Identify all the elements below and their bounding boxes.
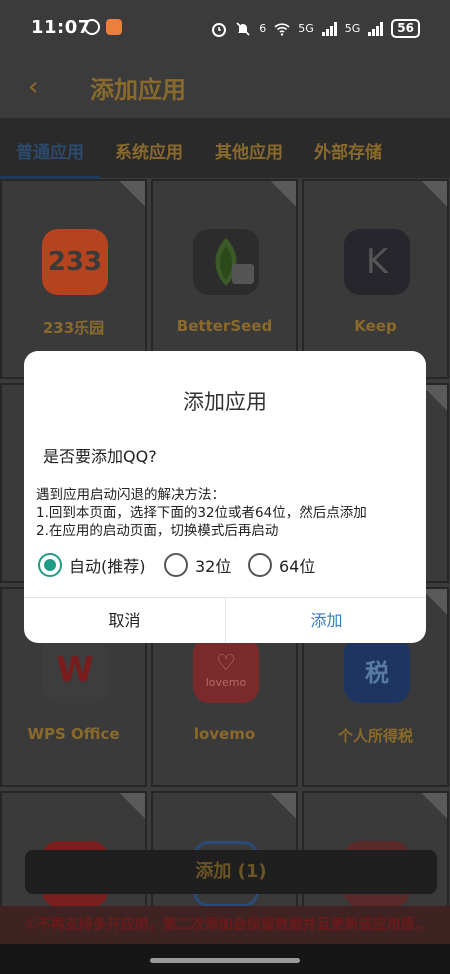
radio-unselected-icon[interactable] [248, 553, 272, 577]
battery-icon: 56 [391, 19, 420, 38]
tab-bar: 普通应用 系统应用 其他应用 外部存储 [0, 118, 450, 178]
keep-icon: K [344, 229, 410, 295]
tip-line: 2.在应用的启动页面，切换模式后再启动 [36, 523, 279, 539]
heart-icon: ♡ [216, 651, 236, 676]
app-name: WPS Office [27, 725, 120, 743]
app-icon-text: K [365, 242, 389, 282]
lovemo-icon: ♡ lovemo [193, 637, 259, 703]
cancel-button[interactable]: 取消 [24, 598, 225, 643]
signal-icon-2 [368, 21, 384, 36]
radio-label: 64位 [279, 557, 316, 576]
tab-other-apps[interactable]: 其他应用 [215, 138, 283, 163]
wifi-icon [274, 22, 290, 36]
tax-icon: 税 [344, 637, 410, 703]
dialog-message: 是否要添加QQ? [43, 447, 157, 466]
navigation-bar [0, 944, 450, 974]
network-type-1: 5G [298, 22, 314, 35]
radio-label: 自动(推荐) [69, 557, 146, 576]
notice-banner: ①不再支持多开应用，第二次添加会保留数据并且更新该应用版.. [0, 906, 450, 944]
radio-option-64bit[interactable]: 64位 [248, 553, 315, 577]
app-name: 个人所得税 [337, 727, 413, 745]
add-app-dialog: 添加应用 是否要添加QQ? 遇到应用启动闪退的解决方法： 1.回到本页面，选择下… [24, 351, 426, 643]
app-notification-icon [106, 19, 122, 35]
radio-selected-icon[interactable] [38, 553, 62, 577]
app-233-icon: 233 [42, 229, 108, 295]
dialog-title: 添加应用 [183, 390, 267, 414]
alarm-icon [212, 22, 227, 37]
chevron-left-icon[interactable]: ‹ [28, 72, 38, 102]
charging-icon [84, 19, 100, 35]
add-selected-button[interactable]: 添加 (1) [25, 850, 437, 894]
checkbox-corner [421, 793, 447, 819]
checkbox-corner [270, 793, 296, 819]
app-name: lovemo [193, 725, 256, 743]
app-icon-text: 税 [365, 658, 389, 687]
app-icon-text: lovemo [205, 676, 247, 689]
confirm-add-button[interactable]: 添加 [226, 598, 426, 643]
title-bar: ‹ 添加应用 [0, 58, 450, 118]
network-type-2: 5G [344, 22, 361, 35]
checkbox-corner [421, 181, 447, 207]
radio-option-auto[interactable]: 自动(推荐) [38, 553, 146, 577]
wps-icon: W [42, 637, 108, 703]
tip-line: 1.回到本页面，选择下面的32位或者64位，然后点添加 [36, 505, 367, 521]
status-right-icons: 6 5G 5G 56 [211, 19, 420, 38]
app-tile[interactable]: K Keep [302, 179, 449, 379]
wifi-badge: 6 [259, 22, 267, 35]
status-bar: 11:07 6 5G 5G 56 [0, 0, 450, 58]
signal-icon-1 [321, 21, 337, 36]
tip-line: 遇到应用启动闪退的解决方法： [36, 487, 225, 503]
radio-option-32bit[interactable]: 32位 [164, 553, 231, 577]
radio-unselected-icon[interactable] [164, 553, 188, 577]
app-icon-text: 233 [47, 247, 103, 277]
tab-normal-apps[interactable]: 普通应用 [16, 138, 84, 163]
tab-external-storage[interactable]: 外部存储 [314, 138, 382, 163]
checkbox-corner [270, 181, 296, 207]
app-tile[interactable]: 233 233乐园 [0, 179, 147, 379]
mute-bell-icon [236, 21, 250, 36]
checkbox-corner [119, 181, 145, 207]
checkbox-corner [119, 793, 145, 819]
app-icon-text: W [56, 650, 94, 690]
tab-system-apps[interactable]: 系统应用 [115, 138, 183, 163]
status-time: 11:07 [31, 17, 91, 38]
status-left-icons [84, 19, 122, 35]
app-tile[interactable]: BetterSeed [151, 179, 298, 379]
app-name: 233乐园 [42, 319, 105, 337]
betterseed-icon [193, 229, 259, 295]
home-gesture-handle[interactable] [150, 958, 300, 963]
app-name: Keep [354, 317, 397, 335]
leaf-icon [215, 238, 254, 286]
page-title: 添加应用 [90, 76, 186, 104]
dialog-tips: 遇到应用启动闪退的解决方法： 1.回到本页面，选择下面的32位或者64位，然后点… [36, 486, 367, 540]
app-name: BetterSeed [176, 317, 273, 335]
radio-label: 32位 [195, 557, 232, 576]
